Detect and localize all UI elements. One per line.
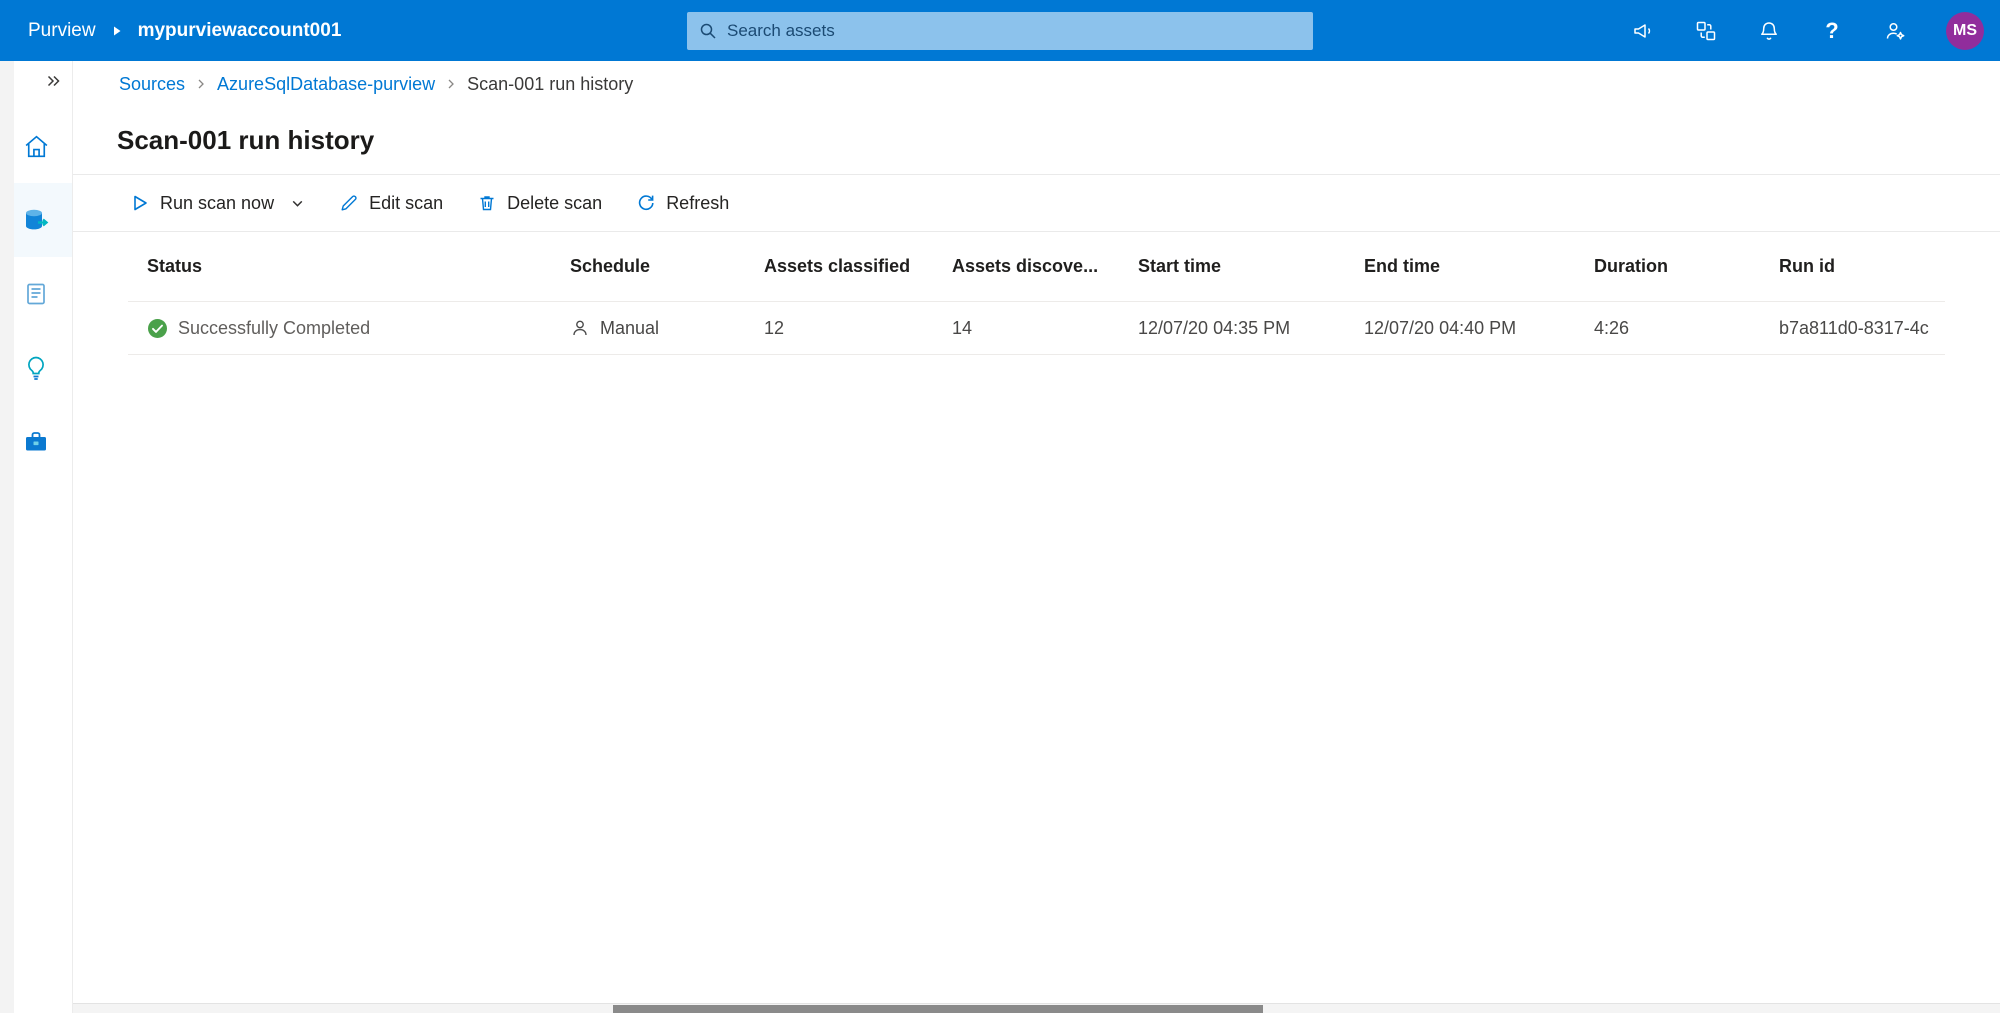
cell-assets-discovered: 14 — [933, 318, 1119, 339]
chevron-right-icon — [445, 78, 457, 90]
search-input[interactable] — [727, 21, 1301, 41]
status-text: Successfully Completed — [178, 318, 370, 339]
caret-right-icon — [112, 25, 122, 37]
cell-schedule: Manual — [551, 318, 745, 339]
app-body: Sources AzureSqlDatabase-purview Scan-00… — [0, 61, 2000, 1013]
pencil-icon — [339, 193, 359, 213]
table-header: Status Schedule Assets classified Assets… — [128, 232, 1945, 302]
topbar: Purview mypurviewaccount001 — [0, 0, 2000, 61]
main-content: Sources AzureSqlDatabase-purview Scan-00… — [73, 61, 2000, 1013]
run-scan-now-button[interactable]: Run scan now — [130, 193, 305, 214]
col-status[interactable]: Status — [128, 256, 551, 277]
refresh-icon — [636, 193, 656, 213]
cell-end-time: 12/07/20 04:40 PM — [1345, 318, 1575, 339]
cell-assets-classified: 12 — [745, 318, 933, 339]
avatar[interactable]: MS — [1946, 12, 1984, 50]
left-nav — [0, 61, 73, 1013]
search-icon — [699, 22, 717, 40]
page-title: Scan-001 run history — [117, 125, 374, 156]
col-duration[interactable]: Duration — [1575, 256, 1760, 277]
chevron-down-icon[interactable] — [290, 196, 305, 211]
double-chevron-right-icon — [45, 73, 62, 89]
expand-nav-button[interactable] — [45, 73, 62, 101]
run-scan-now-label: Run scan now — [160, 193, 274, 214]
horizontal-scrollbar-thumb[interactable] — [613, 1005, 1263, 1013]
trash-icon — [477, 193, 497, 213]
cell-duration: 4:26 — [1575, 318, 1760, 339]
catalog-icon — [22, 280, 50, 308]
notifications-icon[interactable] — [1757, 19, 1781, 43]
workspace-switcher-icon[interactable] — [1694, 19, 1718, 43]
title-row: Scan-001 run history — [73, 107, 2000, 175]
topbar-actions: ? MS — [1631, 0, 1984, 61]
cell-run-id: b7a811d0-8317-4c — [1760, 318, 1945, 339]
breadcrumb-sources[interactable]: Sources — [119, 74, 185, 95]
breadcrumb-source-name[interactable]: AzureSqlDatabase-purview — [217, 74, 435, 95]
edit-scan-label: Edit scan — [369, 193, 443, 214]
delete-scan-button[interactable]: Delete scan — [477, 193, 602, 214]
chevron-right-icon — [195, 78, 207, 90]
command-bar: Run scan now Edit scan Delete scan — [73, 175, 2000, 232]
schedule-text: Manual — [600, 318, 659, 339]
app-brand[interactable]: Purview — [28, 20, 96, 42]
horizontal-scrollbar[interactable] — [73, 1003, 2000, 1013]
insights-icon — [22, 354, 50, 382]
delete-scan-label: Delete scan — [507, 193, 602, 214]
refresh-button[interactable]: Refresh — [636, 193, 729, 214]
cell-start-time: 12/07/20 04:35 PM — [1119, 318, 1345, 339]
home-icon — [22, 132, 51, 161]
col-run-id[interactable]: Run id — [1760, 256, 1945, 277]
play-icon — [130, 193, 150, 213]
vertical-scrollbar[interactable] — [0, 61, 14, 1013]
feedback-icon[interactable] — [1883, 19, 1907, 43]
help-icon[interactable]: ? — [1820, 19, 1844, 43]
col-end-time[interactable]: End time — [1345, 256, 1575, 277]
col-start-time[interactable]: Start time — [1119, 256, 1345, 277]
col-assets-discovered[interactable]: Assets discove... — [933, 256, 1119, 277]
management-icon — [22, 428, 50, 456]
app-window: Purview mypurviewaccount001 — [0, 0, 2000, 1013]
breadcrumb: Sources AzureSqlDatabase-purview Scan-00… — [73, 61, 2000, 107]
help-glyph: ? — [1825, 18, 1838, 44]
refresh-label: Refresh — [666, 193, 729, 214]
topbar-brand-group: Purview mypurviewaccount001 — [28, 20, 341, 42]
table-row[interactable]: Successfully Completed Manual 12 14 12/0… — [128, 302, 1945, 355]
account-name[interactable]: mypurviewaccount001 — [138, 20, 342, 42]
announcement-icon[interactable] — [1631, 19, 1655, 43]
breadcrumb-current: Scan-001 run history — [467, 74, 633, 95]
col-schedule[interactable]: Schedule — [551, 256, 745, 277]
run-history-table: Status Schedule Assets classified Assets… — [128, 232, 1945, 355]
cell-status: Successfully Completed — [128, 318, 551, 339]
global-search — [687, 12, 1313, 50]
person-icon — [570, 318, 590, 338]
edit-scan-button[interactable]: Edit scan — [339, 193, 443, 214]
data-map-icon — [21, 205, 51, 235]
success-check-icon — [147, 318, 168, 339]
col-assets-classified[interactable]: Assets classified — [745, 256, 933, 277]
